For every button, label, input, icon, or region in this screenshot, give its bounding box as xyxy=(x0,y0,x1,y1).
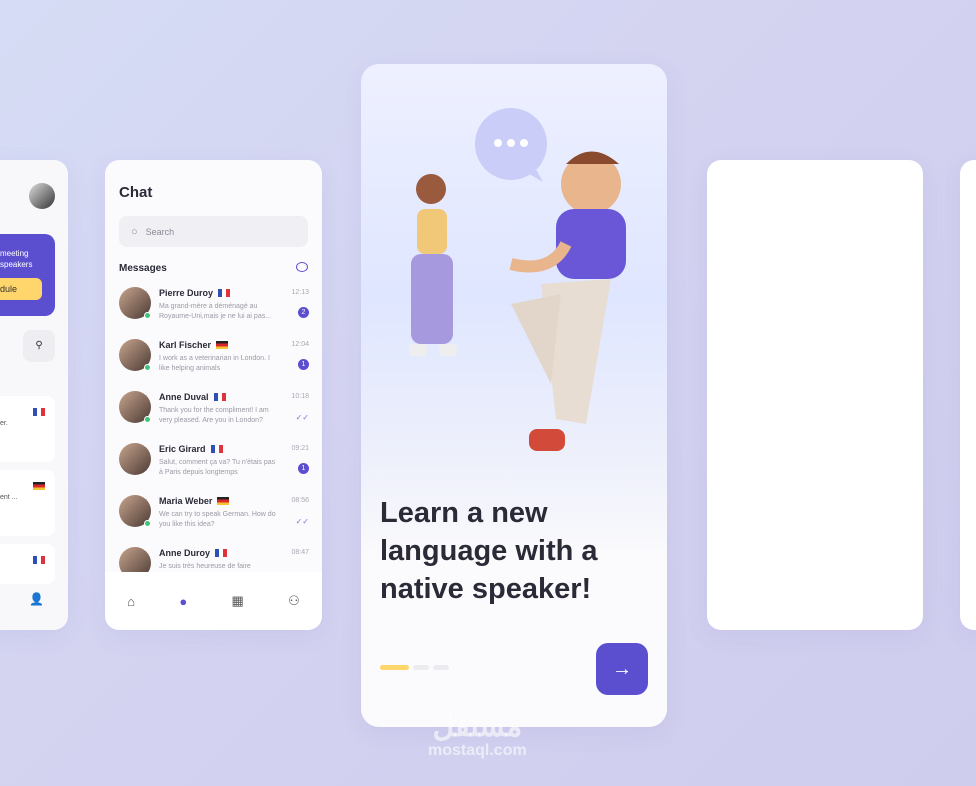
flag-de-icon xyxy=(216,341,229,349)
unread-badge: 1 xyxy=(298,463,309,474)
flag-fr-icon xyxy=(33,556,45,564)
contact-name: Eric Girard xyxy=(159,444,223,454)
watermark-arabic: مستقل xyxy=(432,710,523,743)
banner-text: speakers xyxy=(0,260,33,269)
man-figure xyxy=(509,151,626,451)
message-preview: Thank you for the compliment! I am very … xyxy=(159,407,269,424)
promo-banner: meeting speakers dule xyxy=(0,234,55,316)
unread-badge: 1 xyxy=(298,359,309,370)
search-icon: ○ xyxy=(131,225,138,238)
name-text: Maria Weber xyxy=(159,496,213,506)
bottom-nav: ⌂ ● ▦ ⚇ xyxy=(105,572,322,630)
message-time: 09:21 xyxy=(291,445,309,452)
chat-list-item[interactable]: Anne Duval Thank you for the compliment!… xyxy=(119,391,309,437)
name-text: Eric Girard xyxy=(159,444,206,454)
list-item[interactable]: ent ... xyxy=(0,470,55,536)
woman-figure xyxy=(409,174,457,356)
page-title: Chat xyxy=(119,184,153,201)
message-preview: I work as a veterinarian in London. I li… xyxy=(159,355,270,372)
schedule-button[interactable]: dule xyxy=(0,278,42,300)
left-partial-card: meeting speakers dule ⚲ er. ent ... 👤 xyxy=(0,160,68,630)
online-indicator xyxy=(144,364,151,371)
flag-fr-icon xyxy=(210,445,223,453)
chat-list-item[interactable]: Pierre Duroy Ma grand-mère a déménagé au… xyxy=(119,287,309,333)
search-placeholder: Search xyxy=(145,226,175,237)
arrow-right-icon: → xyxy=(612,657,632,680)
contact-name: Maria Weber xyxy=(159,496,230,506)
snippet: ent ... xyxy=(0,494,18,501)
calendar-icon[interactable]: ▦ xyxy=(232,593,244,609)
online-indicator xyxy=(144,416,151,423)
name-text: Karl Fischer xyxy=(159,340,212,350)
contact-name: Karl Fischer xyxy=(159,340,229,350)
flag-fr-icon xyxy=(215,549,228,557)
chat-screen: Chat ○ Search Messages Pierre Duroy Ma gr… xyxy=(105,160,322,630)
speech-bubble-icon xyxy=(475,108,547,182)
chat-list-item[interactable]: Eric Girard Salut, comment ça va? Tu n'é… xyxy=(119,443,309,489)
chat-list-item[interactable]: Maria Weber We can try to speak German. … xyxy=(119,495,309,541)
watermark-latin: mostaql.com xyxy=(428,742,527,759)
message-preview: Salut, comment ça va? Tu n'étais pas à P… xyxy=(159,459,276,476)
read-check-icon: ✓✓ xyxy=(295,517,309,526)
contact-name: Pierre Duroy xyxy=(159,288,231,298)
new-message-icon[interactable] xyxy=(296,262,308,272)
far-right-card xyxy=(960,160,976,630)
next-button[interactable]: → xyxy=(596,643,648,695)
avatar[interactable] xyxy=(29,183,55,209)
flag-de-icon xyxy=(217,497,230,505)
profile-icon[interactable]: ⚇ xyxy=(288,593,300,609)
online-indicator xyxy=(144,312,151,319)
watermark: مستقل mostaql.com xyxy=(428,712,527,760)
flag-fr-icon xyxy=(33,408,45,416)
onboarding-headline: Learn a new language with a native speak… xyxy=(380,497,598,605)
contact-name: Anne Duval xyxy=(159,392,226,402)
messages-label: Messages xyxy=(119,263,167,274)
snippet: er. xyxy=(0,420,8,427)
illustration xyxy=(409,108,626,451)
flag-fr-icon xyxy=(218,289,231,297)
onboarding-screen: Learn a new language with a native speak… xyxy=(361,64,667,727)
online-indicator xyxy=(144,520,151,527)
message-time: 12:13 xyxy=(291,289,309,296)
right-card xyxy=(707,160,923,630)
message-time: 08:47 xyxy=(291,549,309,556)
chat-list-item[interactable]: Karl Fischer I work as a veterinarian in… xyxy=(119,339,309,385)
contact-name: Anne Duroy xyxy=(159,548,228,558)
chat-icon[interactable]: ● xyxy=(179,594,187,609)
list-item[interactable]: er. xyxy=(0,396,55,462)
message-time: 10:18 xyxy=(291,393,309,400)
flag-de-icon xyxy=(33,482,45,490)
page-indicator[interactable] xyxy=(433,665,449,670)
filter-button[interactable]: ⚲ xyxy=(23,330,55,362)
name-text: Anne Duroy xyxy=(159,548,211,558)
home-icon[interactable]: ⌂ xyxy=(127,594,135,609)
name-text: Anne Duval xyxy=(159,392,209,402)
message-preview: Ma grand-mère a déménagé au Royaume-Uni,… xyxy=(159,303,272,320)
message-preview: We can try to speak German. How do you l… xyxy=(159,511,276,528)
profile-icon[interactable]: 👤 xyxy=(29,592,44,606)
banner-text: meeting xyxy=(0,249,29,258)
message-time: 12:04 xyxy=(291,341,309,348)
page-indicator-active[interactable] xyxy=(380,665,409,670)
read-check-icon: ✓✓ xyxy=(295,413,309,422)
name-text: Pierre Duroy xyxy=(159,288,214,298)
message-time: 08:56 xyxy=(291,497,309,504)
flag-fr-icon xyxy=(213,393,226,401)
page-indicator[interactable] xyxy=(413,665,429,670)
search-input[interactable]: ○ Search xyxy=(119,216,308,247)
list-item[interactable] xyxy=(0,544,55,584)
unread-badge: 2 xyxy=(298,307,309,318)
avatar xyxy=(119,443,151,475)
